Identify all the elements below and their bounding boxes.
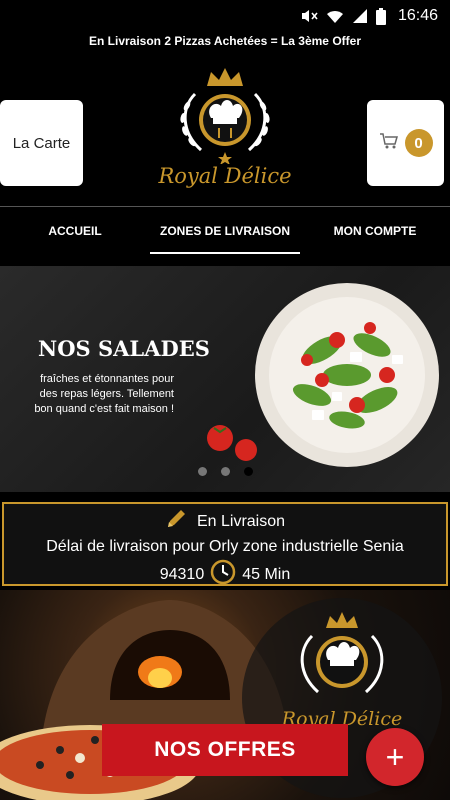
- delivery-delay-text: Délai de livraison pour Orly zone indust…: [46, 538, 404, 555]
- delivery-postcode: 94310: [159, 565, 205, 583]
- battery-icon: [375, 7, 386, 25]
- delivery-duration: 45 Min: [242, 565, 291, 583]
- delivery-mode: En Livraison: [196, 512, 286, 530]
- slider-dot[interactable]: [220, 467, 230, 476]
- status-time: 16:46: [397, 7, 438, 24]
- salad-banner[interactable]: NOS SALADES fraîches et étonnantes pour …: [0, 266, 450, 492]
- add-fab-button[interactable]: +: [366, 728, 424, 786]
- slider-dot-active[interactable]: [243, 467, 253, 476]
- cart-button[interactable]: 0: [367, 100, 444, 186]
- slider-dot[interactable]: [197, 467, 207, 476]
- main-nav: ACCUEIL ZONES DE LIVRAISON MON COMPTE: [0, 206, 450, 254]
- promo-marquee: En Livraison 2 Pizzas Achetées = La 3ème…: [88, 34, 361, 48]
- banner-subtitle: fraîches et étonnantes pour des repas lé…: [34, 373, 174, 415]
- salad-image: [255, 283, 439, 467]
- header: La Carte Royal Délice 0: [0, 56, 450, 206]
- app-screen: 16:46 En Livraison 2 Pizzas Achetées = L…: [0, 0, 450, 800]
- nos-offres-button[interactable]: NOS OFFRES: [102, 724, 348, 776]
- signal-icon: [352, 8, 368, 24]
- nav-item-mon-compte[interactable]: MON COMPTE: [300, 207, 450, 254]
- cart-count-badge: 0: [404, 129, 433, 157]
- banner-title: NOS SALADES: [38, 336, 210, 361]
- status-bar: 16:46: [0, 0, 450, 32]
- cart-icon: [379, 132, 399, 155]
- logo[interactable]: Royal Délice: [145, 64, 305, 199]
- slider-dots: [0, 467, 450, 476]
- nav-item-zones-de-livraison[interactable]: ZONES DE LIVRAISON: [150, 207, 300, 254]
- wifi-icon: [326, 8, 344, 24]
- delivery-info-card[interactable]: En Livraison Délai de livraison pour Orl…: [2, 502, 448, 586]
- plus-icon: +: [385, 738, 405, 775]
- nav-item-accueil[interactable]: ACCUEIL: [0, 207, 150, 254]
- mute-icon: [300, 8, 318, 24]
- clock-icon: [210, 559, 236, 590]
- logo-text: Royal Délice: [158, 164, 292, 188]
- la-carte-button[interactable]: La Carte: [0, 100, 83, 186]
- pencil-icon[interactable]: [165, 508, 187, 535]
